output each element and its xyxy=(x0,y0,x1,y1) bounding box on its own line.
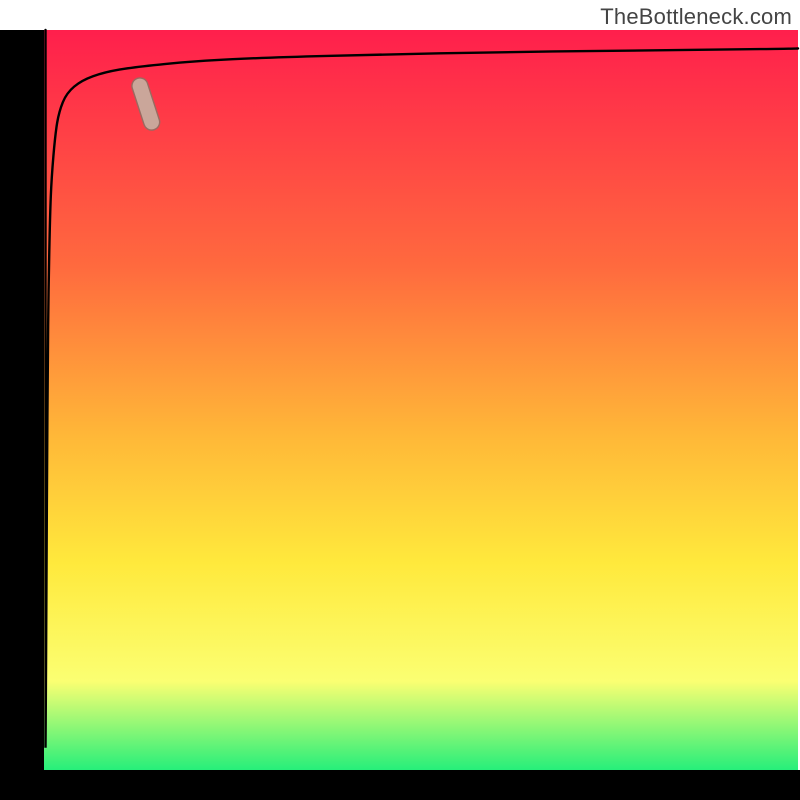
plot-background xyxy=(44,30,798,770)
y-axis xyxy=(0,30,44,800)
chart-frame: TheBottleneck.com xyxy=(0,0,800,800)
x-axis xyxy=(0,770,800,800)
chart-svg xyxy=(0,0,800,800)
